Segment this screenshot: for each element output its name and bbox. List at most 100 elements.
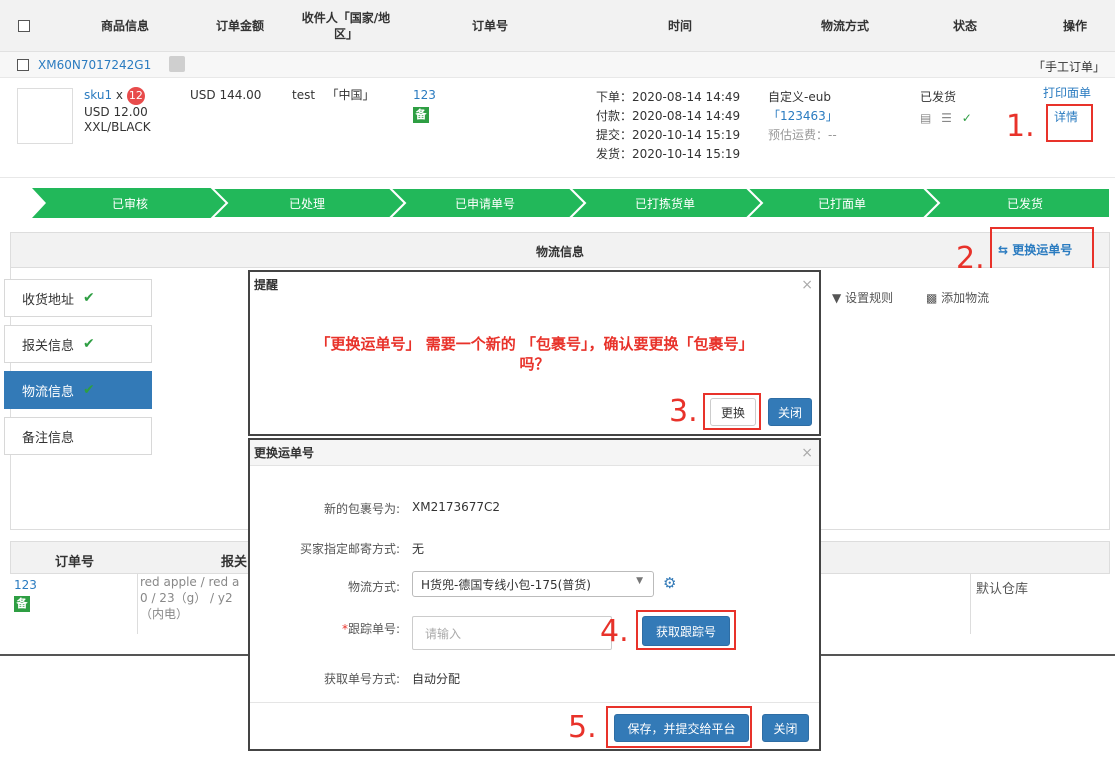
- time-order: 下单：2020-08-14 14:49: [596, 90, 741, 104]
- filter-icon: ▼: [832, 291, 842, 305]
- change-tracking-dialog: 更换运单号 × 新的包裹号为: XM2173677C2 买家指定邮寄方式: 无 …: [248, 438, 821, 751]
- buyer-method-label: 买家指定邮寄方式:: [299, 542, 400, 556]
- reminder-close-button[interactable]: 关闭: [768, 398, 812, 426]
- time-submit: 提交：2020-10-14 15:19: [596, 128, 741, 142]
- customs-line-3: （内电）: [140, 607, 189, 621]
- flow-step-reviewed: 已审核: [111, 196, 148, 211]
- col-order-amount: 订单金额: [215, 19, 264, 33]
- customs-line-2: 0 / 23（g） / y2: [140, 591, 233, 605]
- flow-step-label-printed: 已打面单: [817, 196, 866, 211]
- fetch-method-value: 自动分配: [412, 672, 461, 686]
- flow-step-processed: 已处理: [288, 196, 325, 211]
- order-checkbox[interactable]: [17, 59, 29, 71]
- logistics-panel-title: 物流信息: [535, 245, 584, 259]
- col-status: 状态: [952, 19, 977, 33]
- step-5-label: 5.: [568, 710, 597, 745]
- order-times: 下单：2020-08-14 14:49 付款：2020-08-14 14:49 …: [596, 88, 740, 164]
- logistics-method-select[interactable]: H货兜-德国专线小包-175(普货) ▼: [412, 571, 654, 597]
- check-icon: ✔: [83, 336, 95, 352]
- tracking-link[interactable]: 「123463」: [768, 107, 838, 126]
- sku-multiplier: x: [115, 88, 124, 102]
- flow-step-requested: 已申请单号: [454, 196, 515, 211]
- check-icon: ✔: [83, 382, 95, 398]
- dialog-footer-divider: [250, 702, 819, 703]
- tracking-no-input[interactable]: 请输入: [412, 616, 612, 650]
- recipient-name: test: [292, 88, 316, 102]
- step-4-label: 4.: [600, 614, 629, 649]
- item-order-no-link[interactable]: 123: [14, 578, 37, 592]
- select-all-checkbox[interactable]: [14, 0, 34, 52]
- logistics-panel-header: 物流信息: [10, 232, 1110, 268]
- sidebar-item-label: 物流信息: [22, 384, 75, 400]
- order-status: 已发货 ▤ ☰ ✓: [920, 88, 972, 128]
- highlight-detail: [1046, 104, 1093, 142]
- add-logistics-label: 添加物流: [941, 291, 990, 305]
- col-product-info: 商品信息: [100, 19, 149, 33]
- qty-badge: 12: [126, 86, 145, 105]
- product-info: sku1 x 12 USD 12.00 XXL/BLACK: [84, 86, 151, 135]
- reminder-dialog-title: 提醒: [250, 272, 819, 298]
- sku-link[interactable]: sku1: [84, 88, 112, 102]
- col-order-no: 订单号: [471, 19, 508, 33]
- change-dialog-close-button[interactable]: 关闭: [762, 714, 809, 742]
- close-icon[interactable]: ×: [801, 272, 813, 298]
- copy-icon[interactable]: [169, 56, 185, 72]
- order-row: sku1 x 12 USD 12.00 XXL/BLACK USD 144.00…: [0, 78, 1115, 178]
- order-table-header: 商品信息 订单金额 收件人「国家/地区」 订单号 时间 物流方式 状态 操作: [0, 0, 1115, 52]
- add-logistics-link[interactable]: ▩ 添加物流: [926, 289, 989, 306]
- flow-step-shipped: 已发货: [1006, 196, 1043, 211]
- backup-badge: 备: [14, 596, 30, 612]
- col-order-no: 订单号: [55, 555, 95, 570]
- customs-line-1: red apple / red a: [140, 575, 240, 589]
- sidebar-item-address[interactable]: 收货地址 ✔: [4, 279, 152, 317]
- order-id-link[interactable]: XM60N7017242G1: [38, 58, 151, 72]
- time-pay: 付款：2020-08-14 14:49: [596, 109, 741, 123]
- customs-info: red apple / red a 0 / 23（g） / y2 （内电）: [140, 574, 250, 622]
- estimated-freight: 预估运费：--: [768, 128, 837, 142]
- product-thumbnail: [17, 88, 73, 144]
- check-icon: ✔: [83, 290, 95, 306]
- sidebar-item-label: 报关信息: [22, 338, 75, 354]
- tracking-no-label: *跟踪单号:: [250, 620, 400, 637]
- sidebar-item-label: 备注信息: [22, 430, 75, 446]
- change-dialog-title: 更换运单号: [250, 440, 819, 466]
- sidebar-item-notes[interactable]: 备注信息: [4, 417, 152, 455]
- truck-icon: ▩: [926, 291, 938, 305]
- new-package-value: XM2173677C2: [412, 500, 501, 514]
- print-icon[interactable]: ▤: [920, 111, 931, 125]
- product-variant: XXL/BLACK: [84, 120, 151, 134]
- order-no-link[interactable]: 123: [413, 86, 436, 105]
- logistics-method-value: H货兜-德国专线小包-175(普货): [421, 577, 591, 592]
- highlight-save-submit: [606, 706, 752, 748]
- set-rule-label: 设置规则: [845, 291, 894, 305]
- print-label-link[interactable]: 打印面单: [1043, 84, 1091, 98]
- step-1-label: 1.: [1006, 109, 1035, 144]
- order-amount: USD 144.00: [190, 88, 262, 102]
- logistics-method-label: 物流方式:: [347, 580, 400, 594]
- logistics-name: 自定义-eub: [768, 90, 831, 104]
- col-action: 操作: [1062, 19, 1087, 33]
- set-rule-link[interactable]: ▼ 设置规则: [832, 289, 893, 306]
- highlight-confirm: [703, 393, 761, 430]
- sidebar-item-logistics[interactable]: 物流信息 ✔: [4, 371, 152, 409]
- reminder-message-line-2: 吗？: [519, 355, 550, 373]
- reminder-message: 「更换运单号」 需要一个新的 「包裹号」，确认要更换「包裹号」 吗？: [250, 334, 819, 374]
- recipient: test 「中国」: [292, 86, 375, 105]
- manual-order-tag: 「手工订单」: [1032, 60, 1105, 74]
- sidebar-item-label: 收货地址: [22, 292, 75, 308]
- status-text: 已发货: [920, 90, 957, 104]
- new-package-label: 新的包裹号为:: [323, 502, 400, 516]
- reminder-message-line-1: 「更换运单号」 需要一个新的 「包裹号」，确认要更换「包裹号」: [315, 335, 754, 353]
- highlight-change-tracking: [990, 227, 1094, 272]
- tracking-no-label-text: 跟踪单号:: [347, 622, 400, 636]
- logistics-info: 自定义-eub 「123463」 预估运费：--: [768, 88, 838, 145]
- recipient-country: 「中国」: [326, 88, 375, 102]
- close-icon[interactable]: ×: [801, 440, 813, 466]
- verify-icon[interactable]: ✓: [962, 111, 972, 125]
- barcode-icon[interactable]: ☰: [941, 111, 952, 125]
- col-customs: 报关: [221, 555, 248, 570]
- gear-icon[interactable]: ⚙: [663, 574, 676, 592]
- sidebar-item-customs[interactable]: 报关信息 ✔: [4, 325, 152, 363]
- backup-badge: 备: [413, 107, 429, 123]
- warehouse: 默认仓库: [976, 582, 1029, 597]
